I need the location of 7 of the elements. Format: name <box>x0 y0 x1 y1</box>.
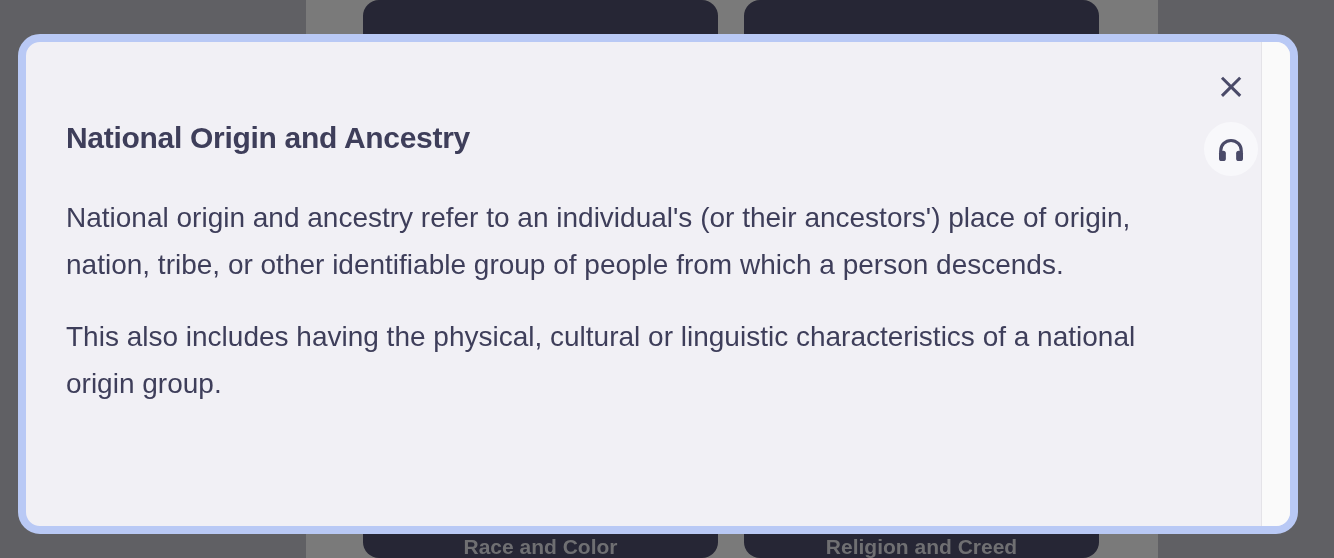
close-button[interactable]: × <box>1211 68 1251 104</box>
dialog-title: National Origin and Ancestry <box>66 120 471 156</box>
dialog-paragraph: National origin and ancestry refer to an individual's (or their ancestors') place of origin, nation, tribe, or other identifiable group of people from which a person descends. <box>66 201 1132 282</box>
headphones-icon <box>1217 137 1245 161</box>
dialog-paragraph: This also includes having the physical, cultural or linguistic characteristics of a national origin group. <box>66 320 1137 401</box>
card-label: Religion and Creed <box>825 536 1018 558</box>
card-label: Race and Color <box>463 536 618 558</box>
